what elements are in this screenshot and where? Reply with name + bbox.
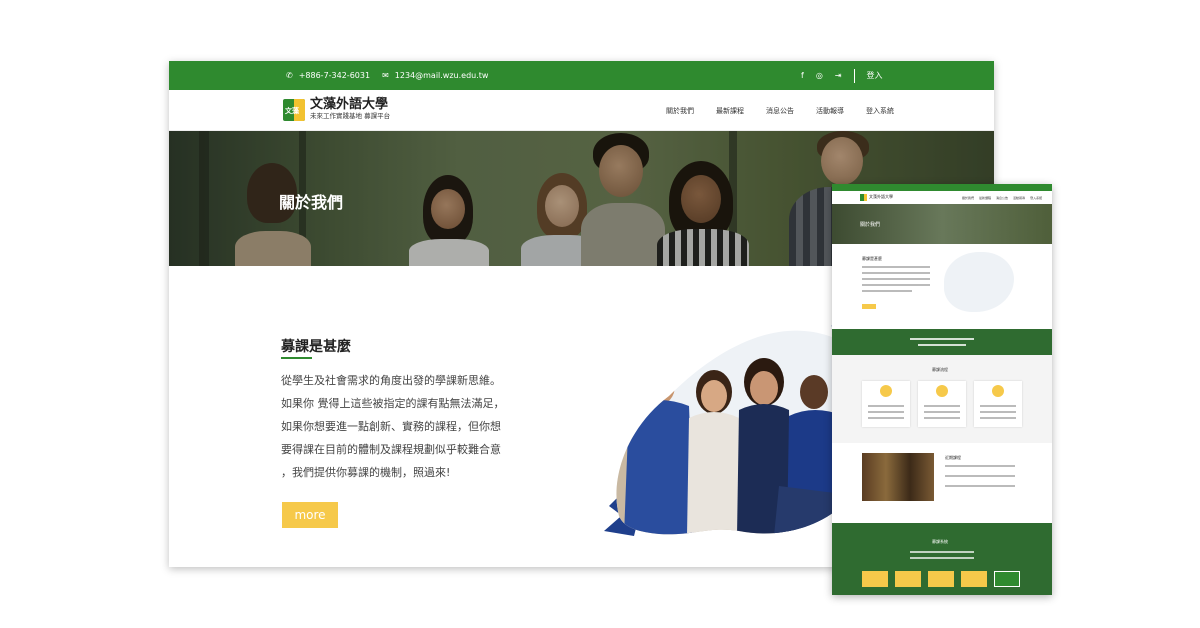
about-line: 從學生及社會需求的角度出發的學課新思維。 xyxy=(281,374,501,387)
footer-button[interactable] xyxy=(994,571,1020,587)
mobile-hero-title: 關於我們 xyxy=(860,222,881,228)
text-line xyxy=(918,344,966,346)
nav-item-courses[interactable]: 最新課程 xyxy=(716,106,744,116)
nav-item-news[interactable]: 消息公告 xyxy=(766,106,794,116)
nav-item-about[interactable]: 關於我們 xyxy=(666,106,694,116)
text-line xyxy=(910,551,974,553)
text-line xyxy=(924,417,960,419)
process-card xyxy=(918,381,966,427)
site-name: 文藻外語大學 xyxy=(310,97,389,112)
nav-menu: 關於我們 最新課程 消息公告 活動報導 登入系統 xyxy=(666,90,916,131)
mobile-nav: 文藻外語大學 關於我們 最新課程 消息公告 活動報導 登入系統 xyxy=(832,191,1052,204)
mobile-nav-item[interactable]: 登入系統 xyxy=(1030,196,1042,200)
facebook-icon[interactable]: f xyxy=(801,71,804,80)
process-icon xyxy=(992,385,1004,397)
contact-info: ✆ +886-7-342-6031 ✉ 1234@mail.wzu.edu.tw xyxy=(286,61,488,90)
about-line: 如果你想要進一點創新、實務的課程，但你想 xyxy=(281,420,501,433)
login-icon[interactable]: ⇥ xyxy=(835,71,842,80)
mobile-footer: 募課系統 xyxy=(832,523,1052,595)
mobile-nav-menu: 關於我們 最新課程 消息公告 活動報導 登入系統 xyxy=(962,196,1042,200)
email-address[interactable]: 1234@mail.wzu.edu.tw xyxy=(395,71,489,80)
footer-button[interactable] xyxy=(928,571,954,587)
text-line xyxy=(980,405,1016,407)
text-line xyxy=(945,475,1015,477)
phone-icon: ✆ xyxy=(286,71,293,80)
about-line: ，我們提供你募課的機制，照過來! xyxy=(281,466,451,479)
text-line xyxy=(862,284,930,286)
mobile-nav-item[interactable]: 活動報導 xyxy=(1013,196,1025,200)
top-bar: ✆ +886-7-342-6031 ✉ 1234@mail.wzu.edu.tw… xyxy=(169,61,994,90)
footer-button[interactable] xyxy=(862,571,888,587)
mobile-students-photo xyxy=(944,252,1014,312)
mobile-logo-icon xyxy=(860,194,867,201)
text-line xyxy=(868,417,904,419)
text-line xyxy=(924,411,960,413)
process-icon xyxy=(936,385,948,397)
phone-number[interactable]: +886-7-342-6031 xyxy=(299,71,370,80)
nav-item-events[interactable]: 活動報導 xyxy=(816,106,844,116)
footer-button[interactable] xyxy=(895,571,921,587)
main-nav: 文藻 文藻外語大學 未來工作實踐基地 募課平台 關於我們 最新課程 消息公告 活… xyxy=(169,90,994,131)
text-line xyxy=(945,465,1015,467)
site-tagline: 未來工作實踐基地 募課平台 xyxy=(310,112,391,120)
divider xyxy=(853,68,855,83)
social-links: f ◎ ⇥ 登入 xyxy=(801,61,883,90)
process-icon xyxy=(880,385,892,397)
mobile-hero: 關於我們 xyxy=(832,204,1052,244)
mobile-news-heading: 近期課程 xyxy=(945,455,961,460)
process-card xyxy=(974,381,1022,427)
footer-button[interactable] xyxy=(961,571,987,587)
mobile-nav-item[interactable]: 關於我們 xyxy=(962,196,974,200)
login-link[interactable]: 登入 xyxy=(867,70,883,81)
text-line xyxy=(862,266,930,268)
mobile-footer-heading: 募課系統 xyxy=(932,539,948,544)
text-line xyxy=(910,338,974,340)
about-line: 要得課在目前的體制及課程規劃似乎較難合意 xyxy=(281,443,501,456)
text-line xyxy=(868,411,904,413)
text-line xyxy=(862,290,912,292)
text-line xyxy=(945,485,1015,487)
section-heading: 募課是甚麼 xyxy=(281,339,351,355)
about-text: 從學生及社會需求的角度出發的學課新思維。 如果你 覺得上這些被指定的課有點無法滿… xyxy=(281,369,541,484)
mobile-about: 募課是甚麼 xyxy=(832,244,1052,329)
instagram-icon[interactable]: ◎ xyxy=(816,71,823,80)
stage: ✆ +886-7-342-6031 ✉ 1234@mail.wzu.edu.tw… xyxy=(0,0,1200,628)
text-line xyxy=(980,411,1016,413)
more-button[interactable]: more xyxy=(282,502,338,528)
site-logo[interactable]: 文藻 文藻外語大學 未來工作實踐基地 募課平台 xyxy=(283,98,390,121)
logo-mark-icon: 文藻 xyxy=(283,98,305,121)
mail-icon: ✉ xyxy=(382,71,389,80)
heading-underline xyxy=(281,357,312,359)
text-line xyxy=(980,417,1016,419)
about-line: 如果你 覺得上這些被指定的課有點無法滿足， xyxy=(281,397,505,410)
mobile-banner xyxy=(832,329,1052,355)
mobile-about-heading: 募課是甚麼 xyxy=(862,256,882,261)
process-card xyxy=(862,381,910,427)
mobile-process-heading: 募課流程 xyxy=(932,367,948,372)
mobile-top-bar xyxy=(832,184,1052,191)
mobile-mockup: 文藻外語大學 關於我們 最新課程 消息公告 活動報導 登入系統 關於我們 募課是… xyxy=(832,184,1052,595)
library-photo xyxy=(862,453,934,501)
text-line xyxy=(924,405,960,407)
text-line xyxy=(868,405,904,407)
mobile-nav-item[interactable]: 消息公告 xyxy=(996,196,1008,200)
hero-title: 關於我們 xyxy=(279,193,344,212)
nav-item-login[interactable]: 登入系統 xyxy=(866,106,894,116)
mobile-news: 近期課程 xyxy=(832,443,1052,523)
mobile-nav-item[interactable]: 最新課程 xyxy=(979,196,991,200)
mobile-site-name: 文藻外語大學 xyxy=(869,194,893,199)
text-line xyxy=(862,272,930,274)
logo-mark-text: 文藻 xyxy=(285,106,299,115)
text-line xyxy=(862,278,930,280)
mobile-more-button[interactable] xyxy=(862,304,876,309)
mobile-process: 募課流程 xyxy=(832,355,1052,443)
text-line xyxy=(910,557,974,559)
